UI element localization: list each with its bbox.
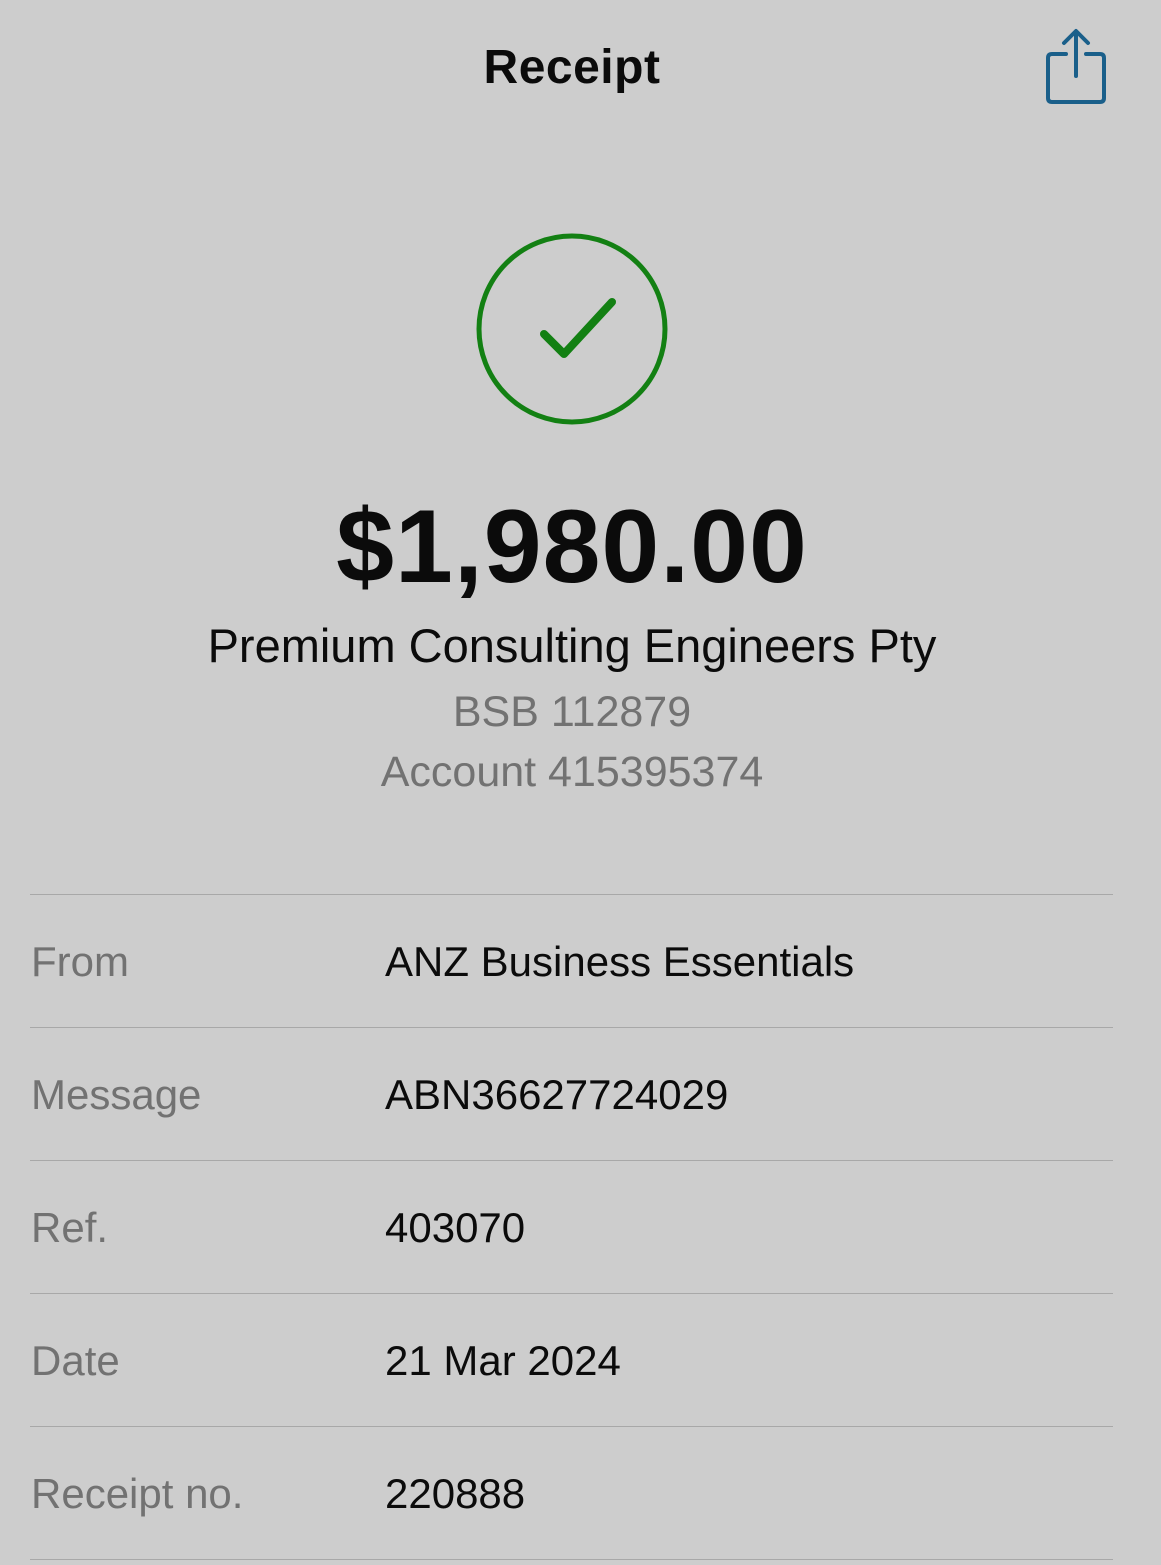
detail-value: 220888 xyxy=(385,1470,526,1517)
detail-row-receipt-no: Receipt no. 220888 xyxy=(30,1427,1113,1560)
payee-bsb: BSB 112879 xyxy=(452,688,692,736)
detail-row-date: Date 21 Mar 2024 xyxy=(30,1294,1113,1427)
page-title: Receipt xyxy=(483,41,661,94)
detail-value: ANZ Business Essentials xyxy=(385,938,855,985)
detail-row-from: From ANZ Business Essentials xyxy=(30,895,1113,1028)
detail-value: ABN36627724029 xyxy=(385,1071,729,1118)
share-button[interactable] xyxy=(1040,26,1112,106)
detail-value: 403070 xyxy=(385,1204,526,1251)
checkmark-circle-icon xyxy=(474,232,670,428)
detail-value: 21 Mar 2024 xyxy=(385,1337,621,1384)
detail-label: Message xyxy=(31,1071,202,1118)
payment-amount: $1,980.00 xyxy=(336,489,808,605)
header-bar: Receipt xyxy=(0,0,1161,140)
detail-label: Receipt no. xyxy=(31,1470,244,1517)
receipt-details-list: From ANZ Business Essentials Message ABN… xyxy=(30,894,1113,1560)
detail-label: From xyxy=(31,938,129,985)
detail-label: Ref. xyxy=(31,1204,109,1251)
payee-name: Premium Consulting Engineers Pty xyxy=(207,619,937,672)
detail-row-ref: Ref. 403070 xyxy=(30,1161,1113,1294)
detail-label: Date xyxy=(31,1337,120,1384)
detail-row-message: Message ABN36627724029 xyxy=(30,1028,1113,1161)
payee-account: Account 415395374 xyxy=(380,748,764,796)
share-icon xyxy=(1046,29,1106,104)
